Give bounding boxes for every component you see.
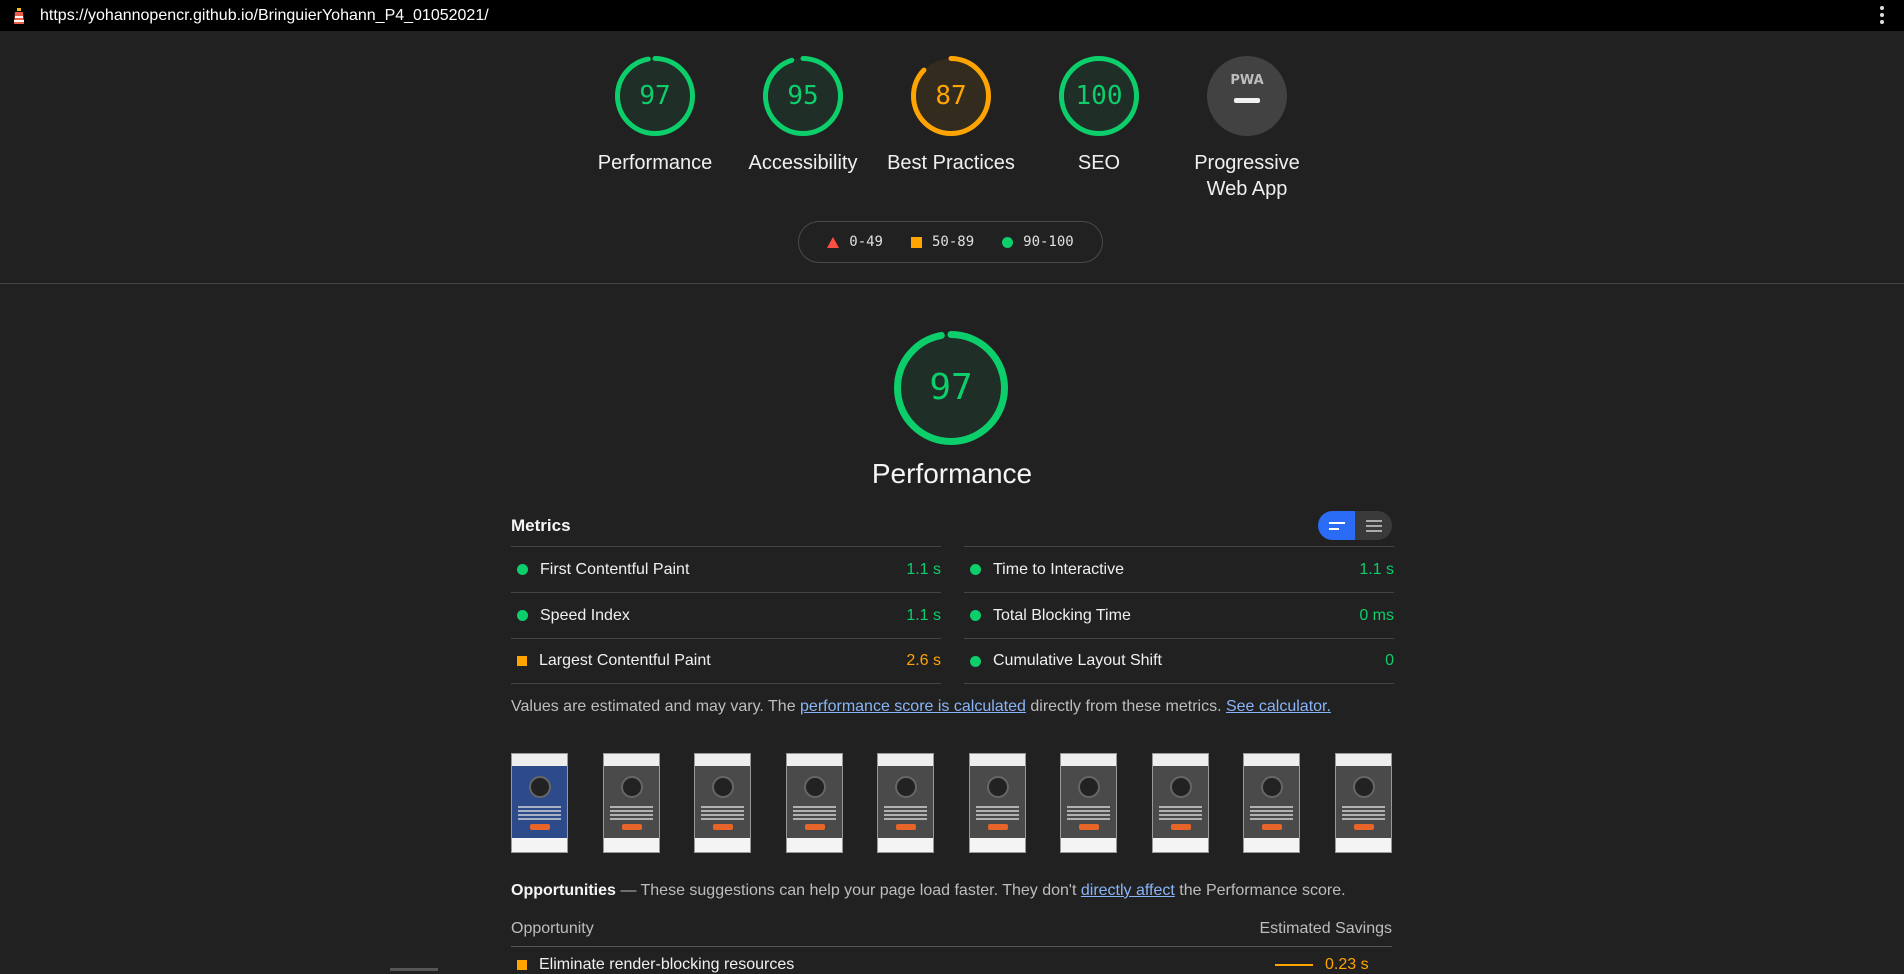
metric-row: First Contentful Paint 1.1 s xyxy=(511,546,941,592)
score-legend: 0-49 50-89 90-100 xyxy=(798,221,1103,263)
pwa-badge-icon: PWA xyxy=(1206,55,1288,137)
fail-triangle-icon xyxy=(827,236,840,248)
legend-fail: 0-49 xyxy=(849,234,883,250)
gauge-label: Accessibility xyxy=(748,152,858,174)
metrics-view-toggle[interactable] xyxy=(1318,511,1392,540)
lighthouse-icon xyxy=(14,7,24,24)
address-bar: https://yohannopencr.github.io/Bringuier… xyxy=(0,0,1904,31)
filmstrip-frame xyxy=(968,753,1026,853)
legend-pass: 90-100 xyxy=(1023,234,1074,250)
pass-circle-icon xyxy=(970,610,981,621)
expanded-view-icon[interactable] xyxy=(1355,511,1392,540)
filmstrip-frame xyxy=(1151,753,1209,853)
average-square-icon xyxy=(517,656,527,666)
filmstrip-frame xyxy=(1243,753,1301,853)
gauge-label: Performance xyxy=(597,152,713,174)
metric-row: Cumulative Layout Shift 0 xyxy=(964,638,1394,684)
opportunity-savings: 0.23 s xyxy=(1325,956,1369,973)
metrics-column-right: Time to Interactive 1.1 s Total Blocking … xyxy=(964,546,1394,684)
gauge-accessibility[interactable]: 95 Accessibility xyxy=(733,55,873,176)
filmstrip-frame xyxy=(694,753,752,853)
pass-circle-icon xyxy=(970,655,981,667)
opportunities-title: Opportunities xyxy=(511,882,616,899)
see-calculator-link[interactable]: See calculator. xyxy=(1226,698,1331,715)
opportunities-header: Opportunity Estimated Savings xyxy=(511,920,1392,947)
gauge-label: Progressive Web App xyxy=(1194,152,1300,200)
more-options-icon[interactable] xyxy=(1880,6,1884,24)
opportunity-column: Opportunity xyxy=(511,920,594,937)
gauge-score: 95 xyxy=(787,81,819,111)
performance-score: 97 xyxy=(929,367,973,408)
pass-circle-icon xyxy=(517,610,528,621)
filmstrip-frame xyxy=(1060,753,1118,853)
filmstrip-frame xyxy=(877,753,935,853)
metric-row: Time to Interactive 1.1 s xyxy=(964,546,1394,592)
average-square-icon xyxy=(517,960,527,970)
metrics-note: Values are estimated and may vary. The p… xyxy=(511,698,1331,715)
category-gauges: 97 Performance 95 Accessibility 87 Best … xyxy=(0,55,1904,225)
average-square-icon xyxy=(910,236,922,248)
pass-circle-icon xyxy=(1002,236,1014,248)
filmstrip-frame xyxy=(511,753,568,853)
savings-column: Estimated Savings xyxy=(1259,920,1392,937)
gauge-score: 100 xyxy=(1075,81,1123,111)
filmstrip-frame xyxy=(1334,753,1392,853)
gauge-label: SEO xyxy=(1077,152,1121,174)
gauge-score: 87 xyxy=(935,81,967,111)
metric-row: Total Blocking Time 0 ms xyxy=(964,592,1394,638)
url-text[interactable]: https://yohannopencr.github.io/Bringuier… xyxy=(40,7,489,25)
metrics-column-left: First Contentful Paint 1.1 s Speed Index 1… xyxy=(511,546,941,684)
filmstrip-frame xyxy=(602,753,660,853)
gauge-pwa[interactable]: PWA Progressive Web App xyxy=(1177,55,1317,202)
gauge-score: 97 xyxy=(639,81,671,111)
metric-row: Largest Contentful Paint 2.6 s xyxy=(511,638,941,684)
score-calculated-link[interactable]: performance score is calculated xyxy=(800,698,1026,715)
opportunity-name: Eliminate render-blocking resources xyxy=(539,956,795,973)
pass-circle-icon xyxy=(970,564,981,575)
gauge-seo[interactable]: 100 SEO xyxy=(1029,55,1169,176)
section-divider xyxy=(0,283,1904,284)
pass-circle-icon xyxy=(517,564,528,575)
performance-title: Performance xyxy=(871,458,1033,489)
performance-score-gauge: 97 xyxy=(893,330,1009,446)
savings-bar xyxy=(1275,964,1313,966)
legend-average: 50-89 xyxy=(931,234,975,250)
gauge-performance[interactable]: 97 Performance xyxy=(585,55,725,176)
filmstrip xyxy=(511,753,1392,853)
metrics-heading: Metrics xyxy=(511,516,571,535)
opportunity-row[interactable]: Eliminate render-blocking resources 0.23… xyxy=(511,956,1392,974)
gauge-label: Best Practices xyxy=(887,152,1015,174)
opportunities-intro: Opportunities — These suggestions can he… xyxy=(511,882,1346,899)
pwa-badge-text: PWA xyxy=(1230,73,1263,88)
metric-row: Speed Index 1.1 s xyxy=(511,592,941,638)
filmstrip-frame xyxy=(785,753,843,853)
gauge-best-practices[interactable]: 87 Best Practices xyxy=(881,55,1021,176)
directly-affect-link[interactable]: directly affect xyxy=(1081,882,1175,899)
compact-view-icon[interactable] xyxy=(1318,511,1355,540)
